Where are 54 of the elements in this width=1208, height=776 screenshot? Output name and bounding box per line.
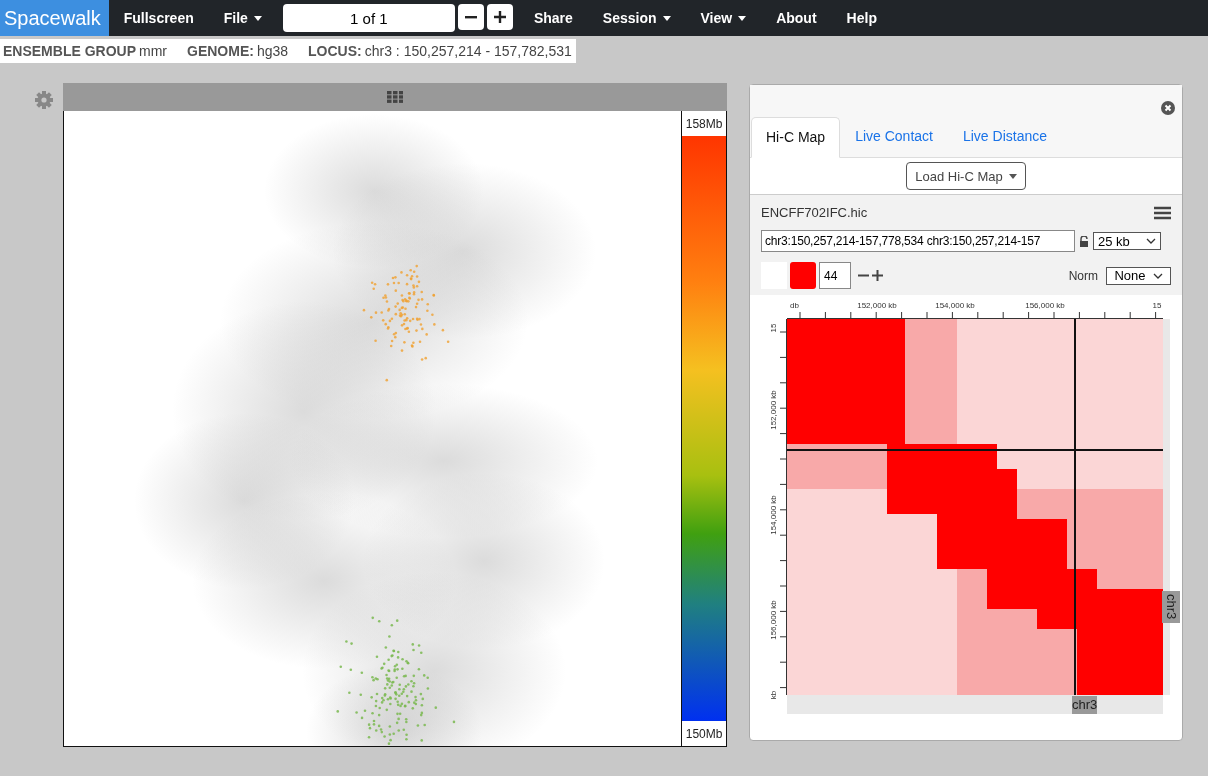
info-label: LOCUS: — [308, 43, 362, 59]
drag-handle-bar[interactable] — [63, 83, 727, 111]
axis-tick-label: db — [790, 301, 799, 310]
chromosome-label: chr3 — [1072, 696, 1098, 714]
threshold-field[interactable]: 44 — [819, 262, 851, 289]
close-icon[interactable] — [1161, 101, 1175, 115]
axis-tick-label: 156,000 kb — [769, 600, 778, 640]
unlocked-padlock-icon[interactable] — [1079, 235, 1089, 247]
decrement-button[interactable] — [457, 4, 484, 30]
plus-icon[interactable] — [872, 270, 883, 281]
high-color-swatch[interactable] — [790, 262, 816, 289]
colorbar-max-label: 158Mb — [684, 116, 724, 133]
tab[interactable]: Hi-C Map — [751, 117, 841, 158]
locus-field[interactable]: chr3:150,257,214-157,778,534 chr3:150,257,214-157 — [761, 230, 1075, 252]
info-value: hg38 — [256, 43, 289, 59]
chevron-icon — [1152, 272, 1163, 279]
caret-icon — [738, 15, 747, 21]
caret-icon — [662, 15, 671, 21]
info-value: mmr — [139, 43, 167, 59]
chevron-icon — [1146, 238, 1156, 244]
plus-icon — [493, 11, 506, 23]
tab[interactable]: Live Distance — [947, 116, 1062, 157]
caret-icon — [1008, 173, 1017, 179]
norm-label: Norm — [1068, 268, 1098, 283]
info-label: ENSEMBLE GROUP — [3, 43, 136, 59]
grid-icon — [387, 91, 403, 103]
nav-menu-item[interactable]: File — [208, 10, 277, 26]
nav-menu-item[interactable]: About — [761, 10, 832, 26]
axis-tick-label: kb — [769, 690, 778, 700]
info-value: chr3 : 150,257,214 - 157,782,531 — [364, 43, 572, 59]
nav-menu-item[interactable]: Help — [831, 10, 892, 26]
increment-button[interactable] — [486, 4, 513, 30]
colorbar-min-label: 150Mb — [684, 726, 724, 743]
axis-tick-label: 152,000 kb — [857, 301, 897, 310]
axis-tick-label: 156,000 kb — [1025, 301, 1065, 310]
normalization-select[interactable]: None — [1106, 266, 1171, 285]
nav-menu-item[interactable]: View — [685, 10, 762, 26]
nav-menu-item[interactable]: Share — [518, 10, 588, 26]
nav-menu-item[interactable]: Fullscreen — [108, 10, 209, 26]
resolution-select[interactable]: 25 kb — [1093, 232, 1161, 250]
axis-tick-label: 154,000 kb — [935, 301, 975, 310]
axis-tick-label: 154,000 kb — [769, 495, 778, 535]
nav-menu-item[interactable]: Session — [587, 10, 686, 26]
file-name: ENCFF702IFC.hic — [761, 205, 868, 220]
axis-tick-label: 15 — [769, 323, 778, 333]
tab[interactable]: Live Contact — [840, 116, 948, 157]
axis-tick-label: 15 — [1152, 301, 1162, 310]
info-label: GENOME: — [187, 43, 254, 59]
caret-icon — [253, 15, 262, 21]
ensemble-index-field[interactable]: 1 of 1 — [282, 4, 455, 32]
menu-icon[interactable] — [1154, 205, 1171, 220]
axis-tick-label: 152,000 kb — [769, 390, 778, 430]
load-map-dropdown[interactable]: Load Hi-C Map — [906, 162, 1026, 190]
chromosome-label: chr3 — [1162, 591, 1180, 623]
